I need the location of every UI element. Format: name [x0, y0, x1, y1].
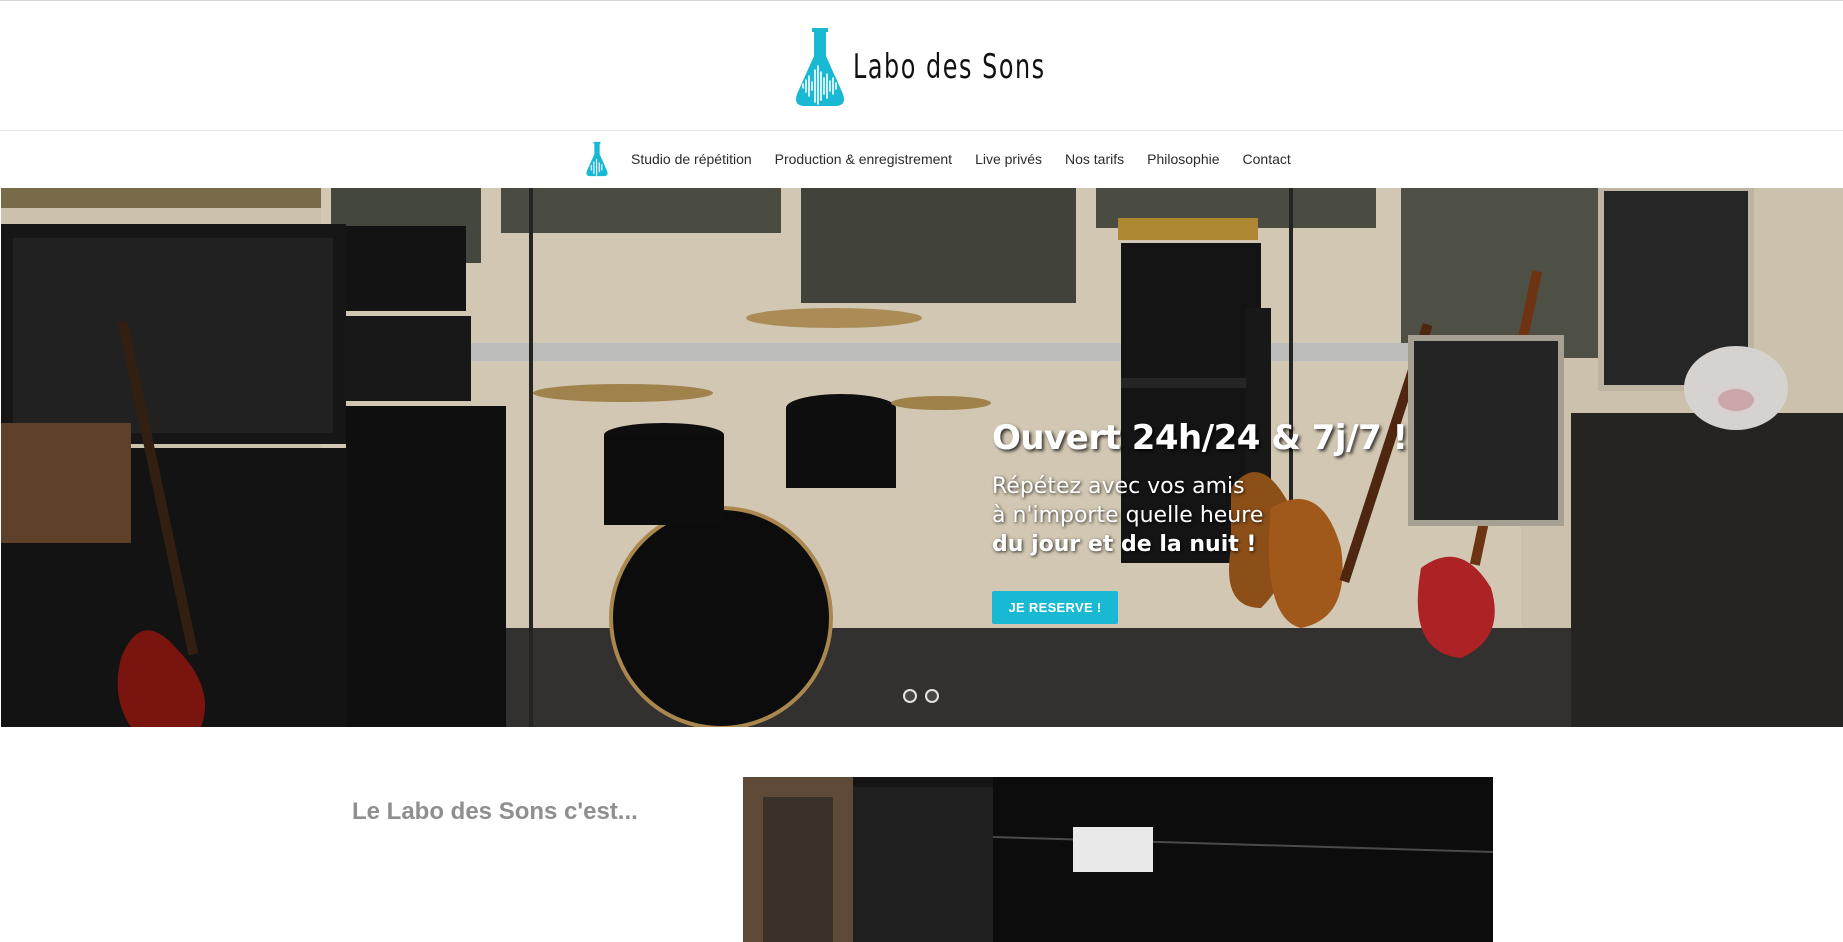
hero-slider: Ouvert 24h/24 & 7j/7 ! Répétez avec vos …	[1, 188, 1843, 727]
hero-subtitle-line-2: à n'importe quelle heure	[992, 503, 1264, 528]
hero-subtitle-line-1: Répétez avec vos amis	[992, 474, 1245, 499]
hero-caption: Ouvert 24h/24 & 7j/7 ! Répétez avec vos …	[992, 418, 1512, 559]
nav-home-flask-icon[interactable]	[583, 141, 611, 177]
studio-amp-photo	[743, 777, 1493, 942]
nav-item-contact[interactable]: Contact	[1243, 151, 1291, 167]
nav-item-production[interactable]: Production & enregistrement	[775, 151, 952, 167]
main-nav: Studio de répétition Production & enregi…	[0, 130, 1843, 189]
slider-dot-2[interactable]	[925, 689, 939, 703]
hero-subtitle-line-3: du jour et de la nuit !	[992, 532, 1257, 557]
studio-amp-image	[743, 777, 1493, 942]
logo-text: Labo des Sons	[853, 47, 1046, 87]
hero-title: Ouvert 24h/24 & 7j/7 !	[992, 418, 1408, 458]
slider-pagination	[903, 689, 947, 703]
slider-dot-1[interactable]	[903, 689, 917, 703]
nav-inner: Studio de répétition Production & enregi…	[583, 141, 1314, 177]
site-logo[interactable]: Labo des Sons	[795, 26, 1100, 108]
hero-subtitle: Répétez avec vos amis à n'importe quelle…	[992, 472, 1512, 559]
intro-title: Le Labo des Sons c'est...	[352, 797, 638, 825]
nav-item-philosophie[interactable]: Philosophie	[1147, 151, 1219, 167]
nav-item-tarifs[interactable]: Nos tarifs	[1065, 151, 1124, 167]
nav-item-studio[interactable]: Studio de répétition	[631, 151, 752, 167]
nav-item-live[interactable]: Live privés	[975, 151, 1042, 167]
reserve-button[interactable]: JE RESERVE !	[992, 591, 1118, 624]
flask-icon	[796, 28, 844, 106]
hero-background-image	[1, 188, 1843, 727]
site-header: Labo des Sons	[0, 1, 1843, 130]
